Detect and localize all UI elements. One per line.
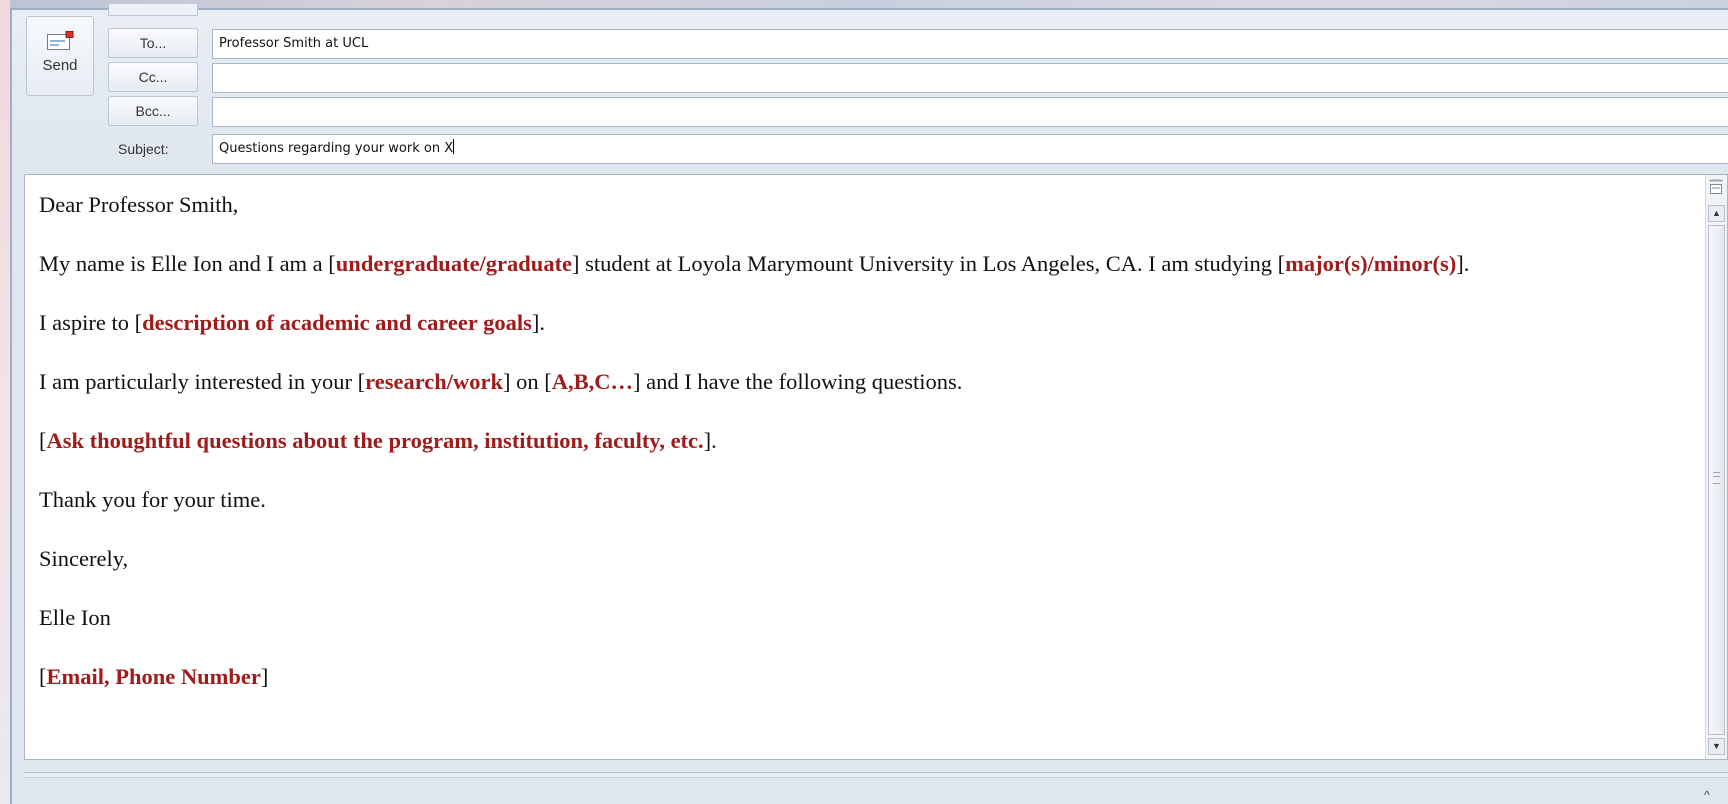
body-text: ]. (1456, 251, 1470, 276)
message-body-editor[interactable]: Dear Professor Smith, My name is Elle Io… (24, 174, 1728, 760)
placeholder-text: Ask thoughtful questions about the progr… (46, 428, 704, 453)
body-text: ] on [ (503, 369, 552, 394)
subject-text: Questions regarding your work on X (219, 141, 454, 156)
status-divider (24, 772, 1728, 778)
questions-paragraph: [Ask thoughtful questions about the prog… (39, 425, 1679, 456)
body-text: I am particularly interested in your [ (39, 369, 366, 394)
placeholder-text: Email, Phone Number (46, 664, 261, 689)
placeholder-text: major(s)/minor(s) (1285, 251, 1457, 276)
body-text: ]. (703, 428, 717, 453)
body-text: ] student at Loyola Marymount University… (572, 251, 1286, 276)
bcc-field[interactable] (212, 97, 1728, 127)
cc-field[interactable] (212, 63, 1728, 93)
grip-icon (1713, 472, 1720, 484)
body-text: ]. (531, 310, 545, 335)
background-strip (0, 0, 10, 804)
contact-paragraph: [Email, Phone Number] (39, 661, 1679, 692)
cc-button[interactable]: Cc... (108, 62, 198, 92)
send-label: Send (42, 57, 78, 74)
thanks-line: Thank you for your time. (39, 487, 266, 512)
to-field[interactable]: Professor Smith at UCL (212, 29, 1728, 59)
body-text: [ (39, 428, 47, 453)
body-text: ] (260, 664, 269, 689)
placeholder-text: research/work (365, 369, 504, 394)
signature-name: Elle Ion (39, 605, 111, 630)
text-caret (453, 139, 455, 154)
to-button[interactable]: To... (108, 28, 198, 58)
subject-label: Subject: (118, 141, 169, 157)
split-icon (1709, 179, 1723, 194)
subject-field[interactable]: Questions regarding your work on X (212, 134, 1728, 164)
expand-caret-icon[interactable]: ^ (1704, 789, 1716, 801)
placeholder-text: description of academic and career goals (142, 310, 532, 335)
scroll-thumb[interactable] (1708, 225, 1725, 735)
compose-window: Send To... Professor Smith at UCL Cc... … (10, 4, 1728, 804)
greeting: Dear Professor Smith, (39, 192, 239, 217)
body-text: ] and I have the following questions. (633, 369, 963, 394)
vertical-scrollbar[interactable]: ▲ ▼ (1705, 175, 1727, 759)
message-header: Send To... Professor Smith at UCL Cc... … (12, 4, 1728, 174)
body-text: I aspire to [ (39, 310, 143, 335)
scroll-up-arrow-icon[interactable]: ▲ (1708, 205, 1725, 222)
placeholder-text: undergraduate/graduate (335, 251, 573, 276)
intro-paragraph: My name is Elle Ion and I am a [undergra… (39, 248, 1679, 279)
split-view-icon[interactable] (1709, 179, 1723, 197)
interest-paragraph: I am particularly interested in your [re… (39, 366, 1679, 397)
send-button[interactable]: Send (26, 16, 94, 96)
scroll-down-arrow-icon[interactable]: ▼ (1708, 738, 1725, 755)
placeholder-text: A,B,C… (551, 369, 634, 394)
from-button-partial[interactable] (108, 4, 198, 16)
goals-paragraph: I aspire to [description of academic and… (39, 307, 1679, 338)
body-text: My name is Elle Ion and I am a [ (39, 251, 336, 276)
closing-line: Sincerely, (39, 546, 129, 571)
message-body: Dear Professor Smith, My name is Elle Io… (39, 189, 1679, 720)
send-icon (47, 31, 74, 50)
bcc-button[interactable]: Bcc... (108, 96, 198, 126)
body-text: [ (39, 664, 47, 689)
